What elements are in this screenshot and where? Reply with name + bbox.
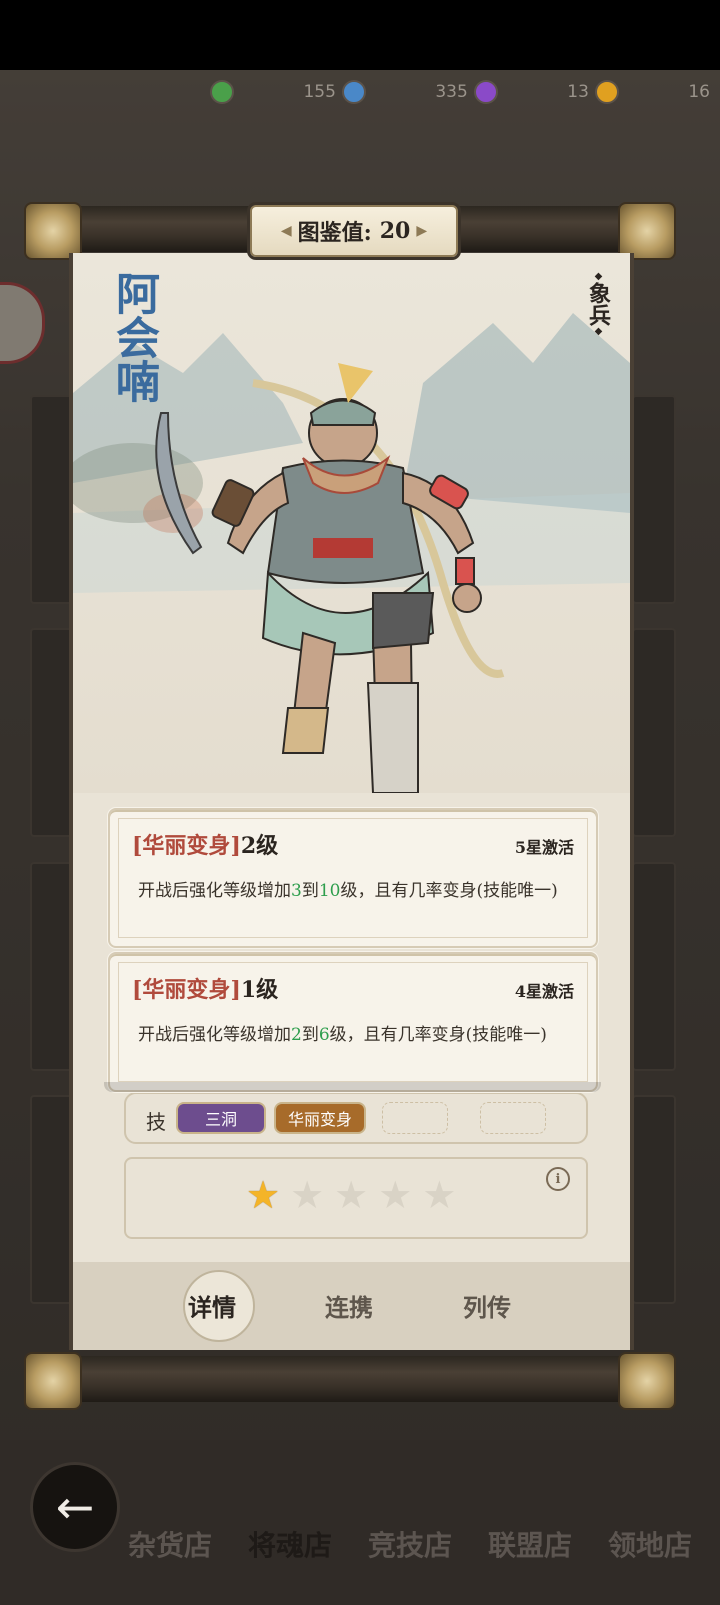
- currency-value: 13: [567, 82, 589, 102]
- skill-chip-row: 技 三洞 华丽变身: [124, 1092, 588, 1144]
- purple-gem-icon: [473, 80, 498, 104]
- currency-value: 335: [435, 82, 468, 102]
- star-rating: ★ ★ ★ ★ ★: [246, 1173, 456, 1217]
- info-icon[interactable]: i: [546, 1167, 570, 1191]
- scroll-cap-icon: [24, 202, 82, 260]
- currency-value: 16: [688, 82, 710, 102]
- star-empty-icon: ★: [334, 1173, 369, 1217]
- star-empty-icon: ★: [422, 1173, 457, 1217]
- collection-value: 20: [379, 218, 411, 244]
- tab-biography[interactable]: 列传: [463, 1288, 511, 1323]
- nav-alliance-shop[interactable]: 联盟店: [488, 1524, 572, 1564]
- currency-bar: 155 335 13 16: [210, 76, 710, 108]
- green-gem-icon: [210, 80, 234, 104]
- currency-gold: 13: [567, 80, 619, 104]
- currency-value: 155: [303, 82, 336, 102]
- star-rating-box: ★ ★ ★ ★ ★ i: [124, 1157, 588, 1239]
- skill-unlock-label: 4星激活: [514, 982, 574, 1001]
- collection-value-plaque: ◀ 图鉴值: 20 ▶: [250, 205, 458, 257]
- currency-purple: 335: [435, 80, 498, 104]
- nav-soul-shop[interactable]: 将魂店: [248, 1524, 332, 1564]
- star-empty-icon: ★: [290, 1173, 325, 1217]
- skill-description: 开战后强化等级增加2到6级，且有几率变身(技能唯一): [138, 1025, 547, 1045]
- currency-green: [210, 80, 234, 104]
- skill-title: [华丽变身]2级: [132, 833, 279, 859]
- currency-blue: 155: [303, 80, 366, 104]
- skill-name: 华丽变身: [142, 833, 231, 859]
- scroll-bottom-rod: [24, 1352, 676, 1410]
- hero-detail-panel: 阿会喃 ◆象兵◆ 技 三洞 华丽变身 ★ ★ ★ ★ ★ i: [69, 253, 634, 1350]
- scroll-cap-icon: [24, 1352, 82, 1410]
- hero-illustration: 阿会喃 ◆象兵◆: [73, 253, 630, 794]
- status-bar: [0, 0, 720, 70]
- back-button[interactable]: ←: [30, 1462, 120, 1552]
- nav-arena-shop[interactable]: 竞技店: [368, 1524, 452, 1564]
- skill-card: [华丽变身]1级 4星激活 开战后强化等级增加2到6级，且有几率变身(技能唯一): [108, 952, 598, 1092]
- skill-level: 2级: [240, 833, 279, 859]
- nav-territory-shop[interactable]: 领地店: [608, 1524, 692, 1564]
- skill-level: 1级: [240, 977, 279, 1003]
- currency-last: 16: [688, 82, 710, 102]
- unit-type-text: 象兵: [585, 282, 611, 326]
- skill-row-label: 技: [146, 1110, 166, 1134]
- back-arrow-icon: ←: [55, 1480, 95, 1534]
- skill-chip[interactable]: 三洞: [176, 1102, 266, 1134]
- scroll-cap-icon: [618, 202, 676, 260]
- skill-chip[interactable]: 华丽变身: [274, 1102, 366, 1134]
- empty-skill-slot: [382, 1102, 448, 1134]
- skill-description: 开战后强化等级增加3到10级，且有几率变身(技能唯一): [138, 881, 558, 901]
- skill-name: 华丽变身: [142, 977, 231, 1003]
- skill-card: [华丽变身]2级 5星激活 开战后强化等级增加3到10级，且有几率变身(技能唯一…: [108, 808, 598, 948]
- card-shadow: [104, 1082, 601, 1092]
- star-empty-icon: ★: [378, 1173, 413, 1217]
- skill-title: [华丽变身]1级: [132, 977, 279, 1003]
- tab-links[interactable]: 连携: [325, 1288, 373, 1323]
- star-filled-icon: ★: [246, 1173, 281, 1217]
- gold-gem-icon: [594, 80, 619, 104]
- blue-gem-icon: [341, 80, 366, 104]
- skill-unlock-label: 5星激活: [514, 838, 574, 857]
- collection-label: 图鉴值:: [297, 220, 372, 246]
- nav-general-store[interactable]: 杂货店: [128, 1524, 212, 1564]
- empty-skill-slot: [480, 1102, 546, 1134]
- unit-type-label: ◆象兵◆: [585, 271, 611, 337]
- hero-name: 阿会喃: [108, 271, 159, 403]
- detail-tabs: 详情 连携 列传: [69, 1262, 634, 1350]
- tab-details[interactable]: 详情: [188, 1288, 236, 1323]
- scroll-cap-icon: [618, 1352, 676, 1410]
